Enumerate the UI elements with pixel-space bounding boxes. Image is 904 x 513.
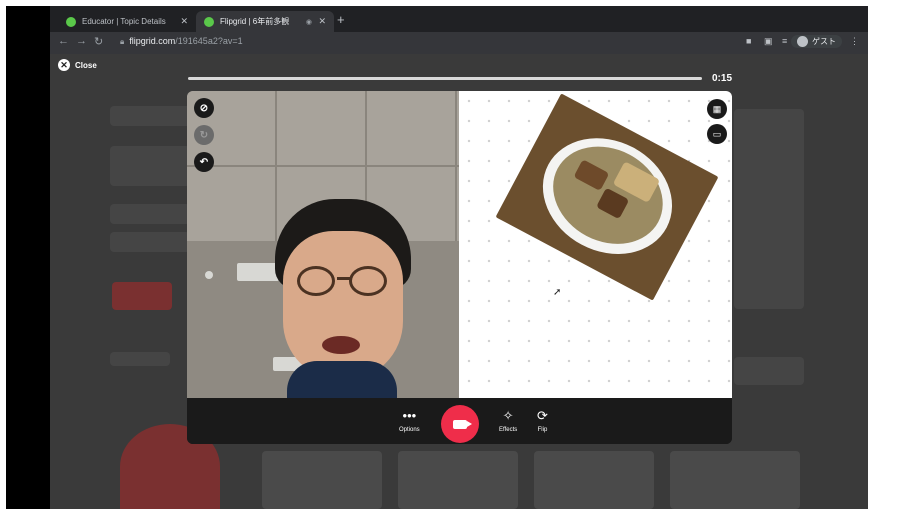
- reload-icon[interactable]: ↻: [94, 35, 103, 48]
- person-face: [283, 231, 403, 381]
- record-button[interactable]: [441, 405, 479, 443]
- tab-flipgrid[interactable]: Flipgrid | 6年前多観 ◉ ✕: [196, 11, 334, 32]
- flip-label: Flip: [537, 427, 548, 433]
- page-field-placeholder: [110, 204, 190, 224]
- glasses-left-lens: [297, 266, 335, 296]
- effects-label: Effects: [499, 427, 518, 433]
- new-tab-button[interactable]: +: [337, 12, 345, 27]
- browser-tab-bar: Educator | Topic Details ✕ Flipgrid | 6年…: [50, 6, 868, 32]
- redo-icon[interactable]: ↻: [194, 125, 214, 145]
- wall-fixture: [237, 263, 279, 281]
- forward-icon[interactable]: →: [76, 35, 87, 47]
- response-thumbnail: [398, 451, 518, 509]
- person-scarf: [287, 361, 397, 398]
- close-icon: ✕: [58, 59, 70, 71]
- recorder-modal: ⊘ ↻ ↶ ➚ ▦ ▭ ••• Options ✧ Effects ⟳ Flip: [187, 91, 732, 444]
- wall-knob: [205, 271, 213, 279]
- profile-button[interactable]: ゲスト: [791, 35, 842, 48]
- recording-timer: 0:15: [712, 73, 733, 84]
- effects-button[interactable]: ✧ Effects: [499, 408, 517, 433]
- more-dots-icon: •••: [402, 408, 417, 423]
- url-host: flipgrid.com: [129, 36, 176, 46]
- clear-icon[interactable]: ⊘: [194, 98, 214, 118]
- page-record-button-placeholder: [112, 282, 172, 310]
- page-text-placeholder: [110, 146, 190, 186]
- response-thumbnail: [534, 451, 654, 509]
- flipgrid-favicon-icon: [66, 16, 76, 27]
- board-icon[interactable]: ▭: [707, 124, 727, 144]
- flipgrid-favicon-icon: [204, 16, 214, 27]
- magic-wand-icon: ✧: [502, 408, 514, 423]
- response-thumbnail: [262, 451, 382, 509]
- url-path: /191645a2?av=1: [175, 36, 243, 46]
- profile-label: ゲスト: [812, 37, 836, 46]
- lock-icon: 🔒︎: [120, 37, 125, 46]
- close-button[interactable]: ✕ Close: [58, 59, 97, 71]
- recording-progress-bar: [188, 77, 702, 80]
- page-sidebar-placeholder: [734, 109, 804, 309]
- camera-icon[interactable]: ■: [746, 36, 751, 46]
- avatar-icon: [797, 36, 808, 47]
- video-camera-icon: [453, 419, 472, 429]
- recorder-controls: ••• Options ✧ Effects ⟳ Flip: [187, 398, 732, 444]
- undo-icon[interactable]: ↶: [194, 152, 214, 172]
- flip-button[interactable]: ⟳ Flip: [537, 408, 548, 433]
- page-field-placeholder: [110, 232, 190, 252]
- flip-arrows-icon: ⟳: [537, 408, 548, 423]
- media-icon[interactable]: ≡: [782, 36, 787, 46]
- screen: Educator | Topic Details ✕ Flipgrid | 6年…: [0, 0, 904, 513]
- close-label: Close: [75, 60, 97, 70]
- glasses-right-lens: [349, 266, 387, 296]
- tab-title: Flipgrid | 6年前多観: [220, 17, 290, 26]
- menu-kebab-icon[interactable]: ⋮: [850, 36, 859, 47]
- page-responses-placeholder: [110, 352, 170, 366]
- glasses-bridge: [337, 277, 351, 280]
- keyboard-icon[interactable]: ▦: [707, 99, 727, 119]
- tab-title: Educator | Topic Details: [82, 17, 166, 26]
- mouse-cursor-icon: ➚: [553, 287, 562, 298]
- browser-toolbar: ← → ↻ 🔒︎ flipgrid.com/191645a2?av=1 ■ ▣ ≡…: [50, 32, 868, 54]
- address-bar[interactable]: 🔒︎ flipgrid.com/191645a2?av=1: [120, 36, 243, 47]
- video-frame: Educator | Topic Details ✕ Flipgrid | 6年…: [6, 6, 868, 509]
- options-label: Options: [399, 427, 420, 433]
- camera-preview: ⊘ ↻ ↶: [187, 91, 459, 398]
- recording-indicator-icon: ◉: [305, 18, 312, 26]
- tab-close-icon[interactable]: ✕: [180, 16, 188, 27]
- back-icon[interactable]: ←: [58, 35, 69, 47]
- options-button[interactable]: ••• Options: [399, 408, 420, 433]
- tab-close-icon[interactable]: ✕: [318, 16, 326, 27]
- page-search-placeholder: [734, 357, 804, 385]
- tab-educator[interactable]: Educator | Topic Details ✕: [58, 11, 196, 32]
- person-mouth: [322, 336, 360, 354]
- response-thumbnail: [670, 451, 800, 509]
- extension-icon[interactable]: ▣: [764, 36, 773, 47]
